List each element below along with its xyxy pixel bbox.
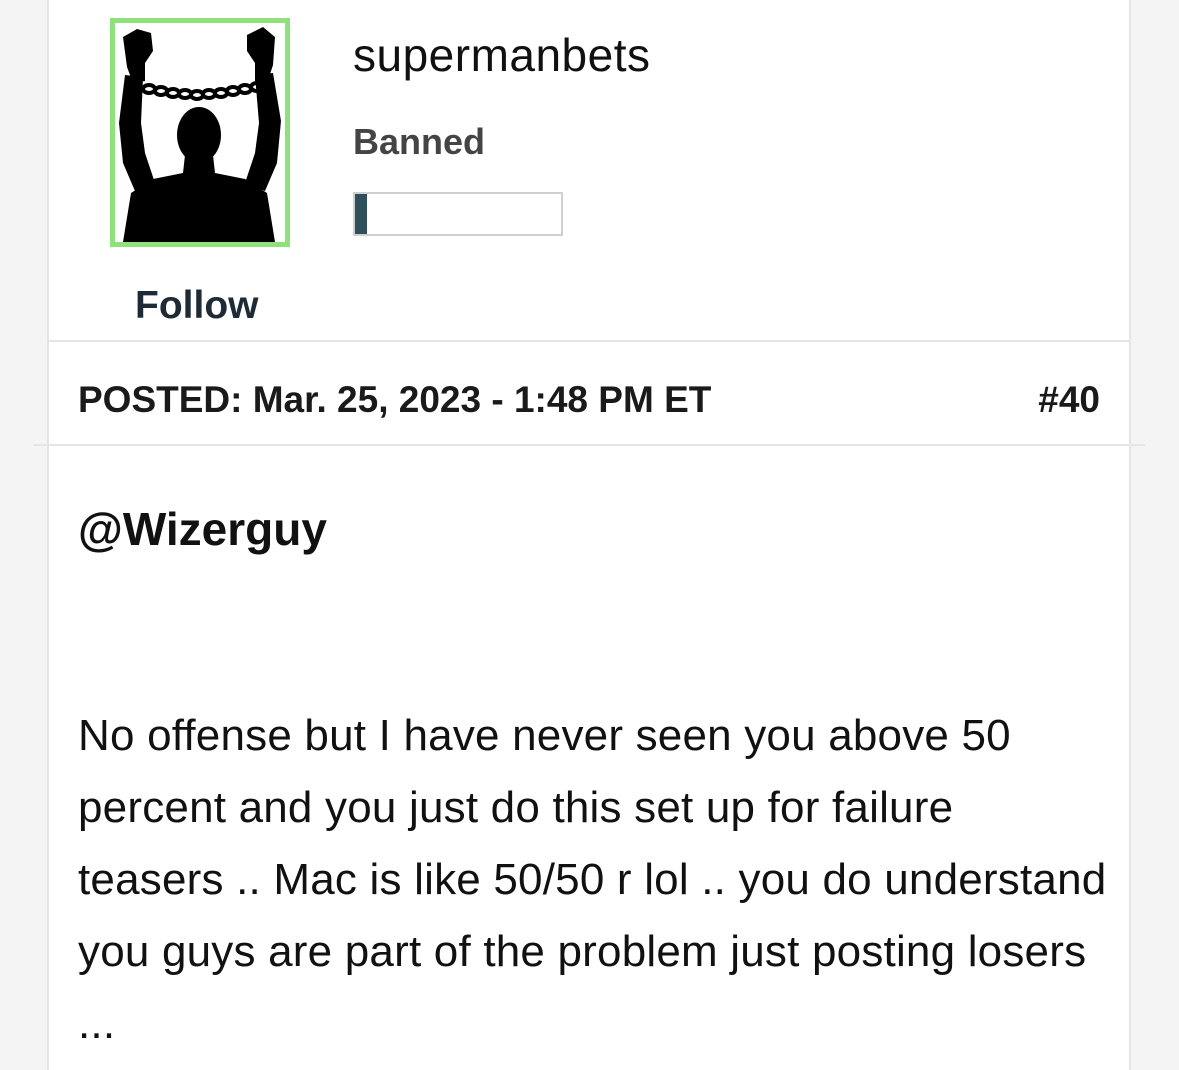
user-rank-badge: Banned (353, 121, 486, 162)
profile-divider (47, 340, 1131, 342)
username[interactable]: supermanbets (353, 28, 651, 82)
post-number-link[interactable]: #40 (1038, 379, 1100, 421)
chained-man-silhouette-icon (119, 27, 281, 242)
post-body: No offense but I have never seen you abo… (78, 711, 1107, 1048)
post-timestamp: POSTED: Mar. 25, 2023 - 1:48 PM ET (78, 379, 712, 420)
reputation-bar (353, 192, 563, 236)
reputation-bar-fill (355, 194, 368, 234)
mention-link[interactable]: @Wizerguy (78, 502, 327, 556)
user-avatar[interactable] (110, 18, 290, 247)
header-divider (33, 444, 1145, 446)
follow-button[interactable]: Follow (135, 284, 258, 328)
